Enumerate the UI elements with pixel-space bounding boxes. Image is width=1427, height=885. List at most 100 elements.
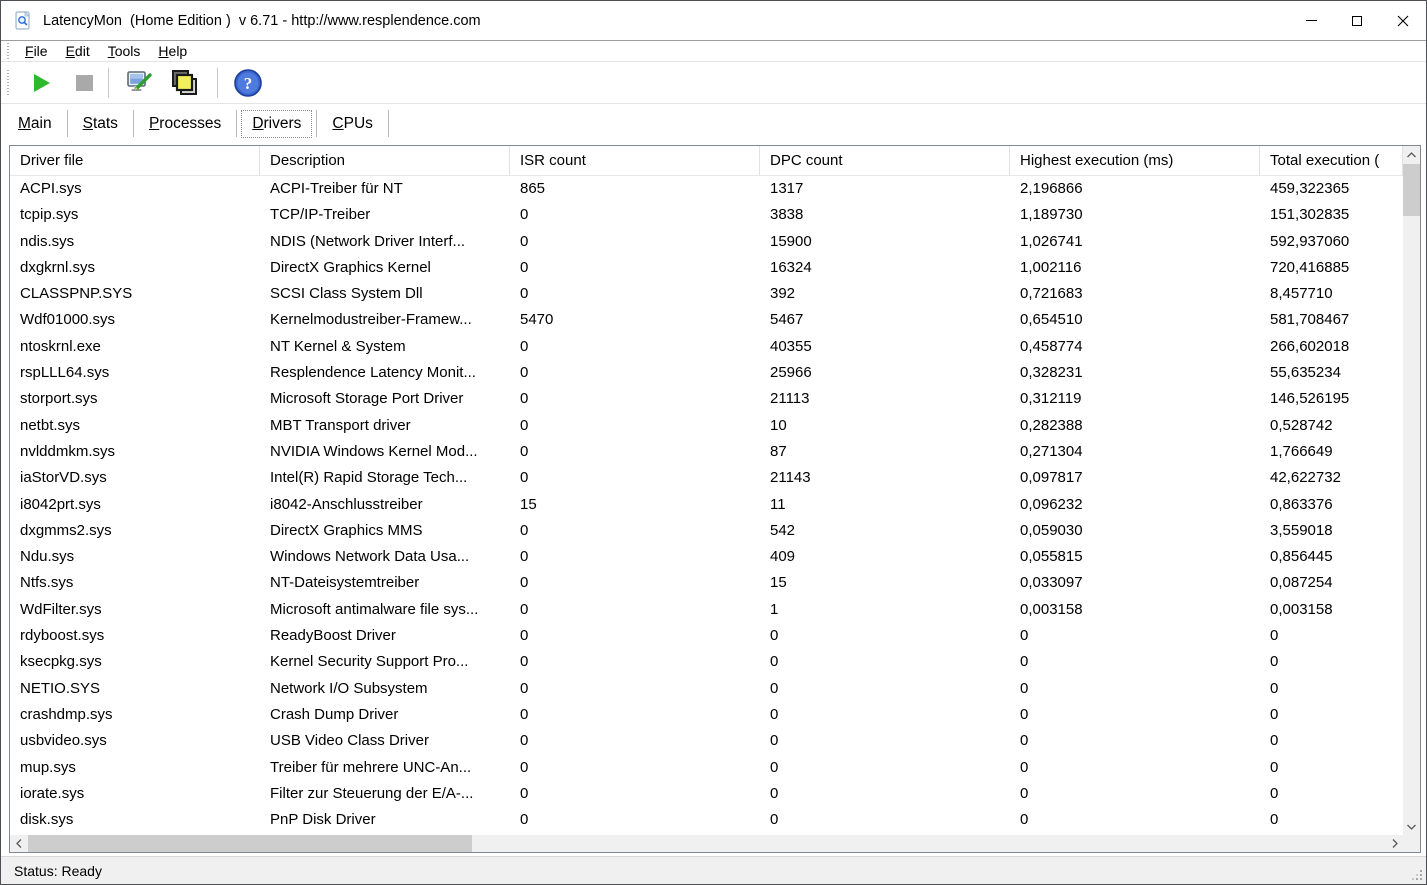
- column-header-driver-file[interactable]: Driver file: [10, 146, 260, 176]
- table-row[interactable]: ntoskrnl.exe NT Kernel & System 0 40355 …: [10, 334, 1403, 360]
- table-row[interactable]: netbt.sys MBT Transport driver 0 10 0,28…: [10, 413, 1403, 439]
- copy-pages-icon: [172, 69, 197, 95]
- close-button[interactable]: [1380, 1, 1426, 40]
- menubar-grip[interactable]: [7, 43, 9, 59]
- cell-driver-file: rspLLL64.sys: [20, 364, 110, 382]
- cell-highest-execution: 0: [1020, 705, 1029, 723]
- options-button[interactable]: [124, 67, 156, 99]
- cell-driver-file: storport.sys: [20, 390, 98, 408]
- cell-description: DirectX Graphics MMS: [270, 521, 423, 539]
- table-row[interactable]: Ndu.sys Windows Network Data Usa... 0 40…: [10, 544, 1403, 570]
- tab-stats[interactable]: Stats: [68, 110, 133, 138]
- cell-description: Kernel Security Support Pro...: [270, 653, 469, 671]
- cell-description: Kernelmodustreiber-Framew...: [270, 311, 472, 329]
- cell-description: i8042-Anschlusstreiber: [270, 495, 423, 513]
- menu-help[interactable]: Help: [149, 41, 196, 61]
- cell-isr-count: 865: [520, 180, 546, 197]
- column-header-description[interactable]: Description: [260, 146, 510, 176]
- scroll-up-button[interactable]: [1403, 146, 1420, 163]
- cell-driver-file: Ndu.sys: [20, 548, 75, 566]
- table-row[interactable]: dxgkrnl.sys DirectX Graphics Kernel 0 16…: [10, 255, 1403, 281]
- table-row[interactable]: disk.sys PnP Disk Driver 0 0 0 0: [10, 807, 1403, 833]
- minimize-button[interactable]: [1288, 1, 1334, 40]
- cell-total-execution: 266,602018: [1270, 337, 1350, 355]
- table-row[interactable]: Wdf01000.sys Kernelmodustreiber-Framew..…: [10, 307, 1403, 333]
- cell-highest-execution: 0: [1020, 758, 1029, 776]
- chevron-left-icon: [15, 839, 21, 848]
- table-row[interactable]: Ntfs.sys NT-Dateisystemtreiber 0 15 0,03…: [10, 570, 1403, 596]
- cell-driver-file: WdFilter.sys: [20, 600, 102, 618]
- table-row[interactable]: iorate.sys Filter zur Steuerung der E/A-…: [10, 781, 1403, 807]
- cell-description: Resplendence Latency Monit...: [270, 364, 476, 382]
- resize-grip-icon[interactable]: [1411, 869, 1423, 881]
- cell-dpc-count: 1: [770, 600, 779, 618]
- stop-monitor-button[interactable]: [62, 74, 93, 91]
- scroll-left-button[interactable]: [10, 835, 27, 852]
- cell-total-execution: 0: [1270, 679, 1279, 697]
- table-row[interactable]: mup.sys Treiber für mehrere UNC-An... 0 …: [10, 755, 1403, 781]
- column-header-total-execution[interactable]: Total execution (: [1260, 146, 1403, 176]
- cell-highest-execution: 0,271304: [1020, 442, 1083, 460]
- table-row[interactable]: nvlddmkm.sys NVIDIA Windows Kernel Mod..…: [10, 439, 1403, 465]
- table-row[interactable]: CLASSPNP.SYS SCSI Class System Dll 0 392…: [10, 281, 1403, 307]
- tab-processes[interactable]: Processes: [134, 110, 236, 138]
- cell-isr-count: 0: [520, 521, 529, 539]
- cell-isr-count: 0: [520, 679, 529, 697]
- report-button[interactable]: [168, 67, 202, 99]
- cell-description: Windows Network Data Usa...: [270, 548, 470, 566]
- cell-highest-execution: 0,654510: [1020, 311, 1083, 329]
- tab-separator: [236, 110, 238, 137]
- table-row[interactable]: NETIO.SYS Network I/O Subsystem 0 0 0 0: [10, 676, 1403, 702]
- table-row[interactable]: iaStorVD.sys Intel(R) Rapid Storage Tech…: [10, 465, 1403, 491]
- vertical-scrollbar-thumb[interactable]: [1403, 164, 1420, 216]
- table-row[interactable]: rspLLL64.sys Resplendence Latency Monit.…: [10, 360, 1403, 386]
- maximize-button[interactable]: [1334, 1, 1380, 40]
- cell-highest-execution: 1,189730: [1020, 206, 1083, 224]
- drivers-table: Driver file Description ISR count DPC co…: [9, 145, 1421, 853]
- table-row[interactable]: ndis.sys NDIS (Network Driver Interf... …: [10, 229, 1403, 255]
- help-button[interactable]: ?: [233, 68, 263, 98]
- cell-highest-execution: 0,328231: [1020, 364, 1083, 382]
- scroll-right-button[interactable]: [1386, 835, 1403, 852]
- tab-cpus[interactable]: CPUs: [317, 110, 388, 138]
- app-icon: [15, 10, 30, 30]
- table-row[interactable]: tcpip.sys TCP/IP-Treiber 0 3838 1,189730…: [10, 202, 1403, 228]
- table-row[interactable]: usbvideo.sys USB Video Class Driver 0 0 …: [10, 728, 1403, 754]
- table-row[interactable]: WdFilter.sys Microsoft antimalware file …: [10, 597, 1403, 623]
- start-monitor-button[interactable]: [22, 73, 50, 92]
- cell-dpc-count: 5467: [770, 311, 804, 329]
- horizontal-scrollbar-thumb[interactable]: [28, 835, 472, 852]
- vertical-scrollbar[interactable]: [1403, 146, 1420, 835]
- chevron-up-icon: [1407, 151, 1416, 157]
- menu-tools[interactable]: Tools: [99, 41, 150, 61]
- cell-description: Intel(R) Rapid Storage Tech...: [270, 469, 468, 487]
- cell-dpc-count: 0: [770, 653, 779, 671]
- cell-isr-count: 0: [520, 811, 529, 829]
- cell-dpc-count: 0: [770, 758, 779, 776]
- column-header-highest-execution[interactable]: Highest execution (ms): [1010, 146, 1260, 176]
- cell-driver-file: Ntfs.sys: [20, 574, 74, 592]
- cell-driver-file: iorate.sys: [20, 784, 85, 802]
- cell-dpc-count: 0: [770, 784, 779, 802]
- toolbar-grip[interactable]: [7, 69, 9, 96]
- table-row[interactable]: storport.sys Microsoft Storage Port Driv…: [10, 386, 1403, 412]
- table-row[interactable]: i8042prt.sys i8042-Anschlusstreiber 15 1…: [10, 492, 1403, 518]
- scroll-down-button[interactable]: [1403, 818, 1420, 835]
- cell-description: NVIDIA Windows Kernel Mod...: [270, 442, 478, 460]
- table-row[interactable]: ksecpkg.sys Kernel Security Support Pro.…: [10, 649, 1403, 675]
- cell-driver-file: NETIO.SYS: [20, 679, 101, 697]
- table-row[interactable]: rdyboost.sys ReadyBoost Driver 0 0 0 0: [10, 623, 1403, 649]
- column-header-isr-count[interactable]: ISR count: [510, 146, 760, 176]
- tab-drivers[interactable]: Drivers: [241, 109, 313, 138]
- table-row[interactable]: crashdmp.sys Crash Dump Driver 0 0 0 0: [10, 702, 1403, 728]
- cell-dpc-count: 409: [770, 548, 796, 566]
- menu-file[interactable]: File: [16, 41, 57, 61]
- column-header-dpc-count[interactable]: DPC count: [760, 146, 1010, 176]
- cell-driver-file: usbvideo.sys: [20, 732, 107, 750]
- horizontal-scrollbar[interactable]: [10, 835, 1403, 852]
- table-row[interactable]: ACPI.sys ACPI-Treiber für NT 865 1317 2,…: [10, 176, 1403, 202]
- cell-dpc-count: 87: [770, 442, 787, 460]
- table-row[interactable]: dxgmms2.sys DirectX Graphics MMS 0 542 0…: [10, 518, 1403, 544]
- tab-main[interactable]: Main: [3, 110, 67, 138]
- menu-edit[interactable]: Edit: [57, 41, 99, 61]
